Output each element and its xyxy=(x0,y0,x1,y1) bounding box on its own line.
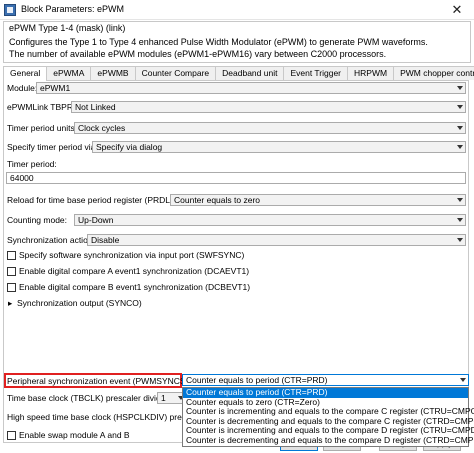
mode-label: Counting mode: xyxy=(7,215,68,225)
dcbevt1-label: Enable digital compare B event1 synchron… xyxy=(19,282,251,292)
triangle-right-icon[interactable]: ▸ xyxy=(8,298,12,309)
tab-counter-compare[interactable]: Counter Compare xyxy=(134,66,217,80)
period-label: Timer period: xyxy=(7,159,57,169)
tab-event-trigger[interactable]: Event Trigger xyxy=(283,66,349,80)
tab-hrpwm[interactable]: HRPWM xyxy=(347,66,395,80)
units-select[interactable]: Clock cycles xyxy=(74,122,466,134)
link-label: ePWMLink TBPRD xyxy=(7,102,80,112)
window-title: Block Parameters: ePWM xyxy=(21,4,125,14)
title-bar: Block Parameters: ePWM ✕ xyxy=(0,0,474,20)
group-title: ePWM Type 1-4 (mask) (link) xyxy=(9,23,126,33)
pws-value: Counter equals to period (CTR=PRD) xyxy=(186,375,328,385)
mask-description: Configures the Type 1 to Type 4 enhanced… xyxy=(9,37,428,59)
tab-pwm-chopper-control[interactable]: PWM chopper control xyxy=(393,66,474,80)
tab-general[interactable]: General xyxy=(3,66,48,81)
module-label: Module: xyxy=(7,83,38,93)
pws-label: Peripheral synchronization event (PWMSYN… xyxy=(7,376,202,386)
tab-epwmb[interactable]: ePWMB xyxy=(90,66,136,80)
chevron-down-icon xyxy=(457,145,463,149)
dropdown-option[interactable]: Counter is decrementing and equals to th… xyxy=(183,435,474,446)
chevron-down-icon xyxy=(457,86,463,90)
mask-description-group: ePWM Type 1-4 (mask) (link) Configures t… xyxy=(3,21,471,63)
tbclk-label: Time base clock (TBCLK) prescaler divide… xyxy=(7,393,171,403)
chevron-down-icon xyxy=(457,105,463,109)
tab-deadband-unit[interactable]: Deadband unit xyxy=(215,66,285,80)
sync-action-value: Disable xyxy=(91,235,120,245)
pws-select[interactable]: Counter equals to period (CTR=PRD) xyxy=(182,374,469,386)
reload-label: Reload for time base period register (PR… xyxy=(7,195,182,205)
reload-select[interactable]: Counter equals to zero xyxy=(170,194,466,206)
dcaevt1-label: Enable digital compare A event1 synchron… xyxy=(19,266,250,276)
syncout-section-label[interactable]: Synchronization output (SYNCO) xyxy=(17,298,142,308)
units-value: Clock cycles xyxy=(78,123,126,133)
tab-epwma[interactable]: ePWMA xyxy=(46,66,92,80)
mode-select[interactable]: Up-Down xyxy=(74,214,466,226)
specify-label: Specify timer period via: xyxy=(7,142,98,152)
link-value: Not Linked xyxy=(75,102,116,112)
module-select[interactable]: ePWM1 xyxy=(36,82,466,94)
period-input[interactable]: 64000 xyxy=(6,172,466,184)
specify-value: Specify via dialog xyxy=(96,142,163,152)
close-icon[interactable]: ✕ xyxy=(440,0,474,20)
tbclk-value: 1 xyxy=(161,393,166,403)
sync-action-select[interactable]: Disable xyxy=(87,234,466,246)
tab-strip: General ePWMA ePWMB Counter Compare Dead… xyxy=(3,66,474,81)
chevron-down-icon xyxy=(460,378,466,382)
block-app-icon xyxy=(4,4,16,16)
dcbevt1-checkbox[interactable] xyxy=(7,283,16,292)
dcaevt1-checkbox[interactable] xyxy=(7,267,16,276)
swfsync-label: Specify software synchronization via inp… xyxy=(19,250,245,260)
chevron-down-icon xyxy=(457,126,463,130)
pws-dropdown-list: Counter equals to period (CTR=PRD) Count… xyxy=(182,387,474,447)
chevron-down-icon xyxy=(457,218,463,222)
chevron-down-icon xyxy=(457,198,463,202)
swfsync-checkbox[interactable] xyxy=(7,251,16,260)
link-select[interactable]: Not Linked xyxy=(71,101,466,113)
sync-action-label: Synchronization action: xyxy=(7,235,95,245)
module-value: ePWM1 xyxy=(40,83,71,93)
reload-value: Counter equals to zero xyxy=(174,195,260,205)
mode-value: Up-Down xyxy=(78,215,114,225)
specify-select[interactable]: Specify via dialog xyxy=(92,141,466,153)
units-label: Timer period units: xyxy=(7,123,78,133)
chevron-down-icon xyxy=(457,238,463,242)
